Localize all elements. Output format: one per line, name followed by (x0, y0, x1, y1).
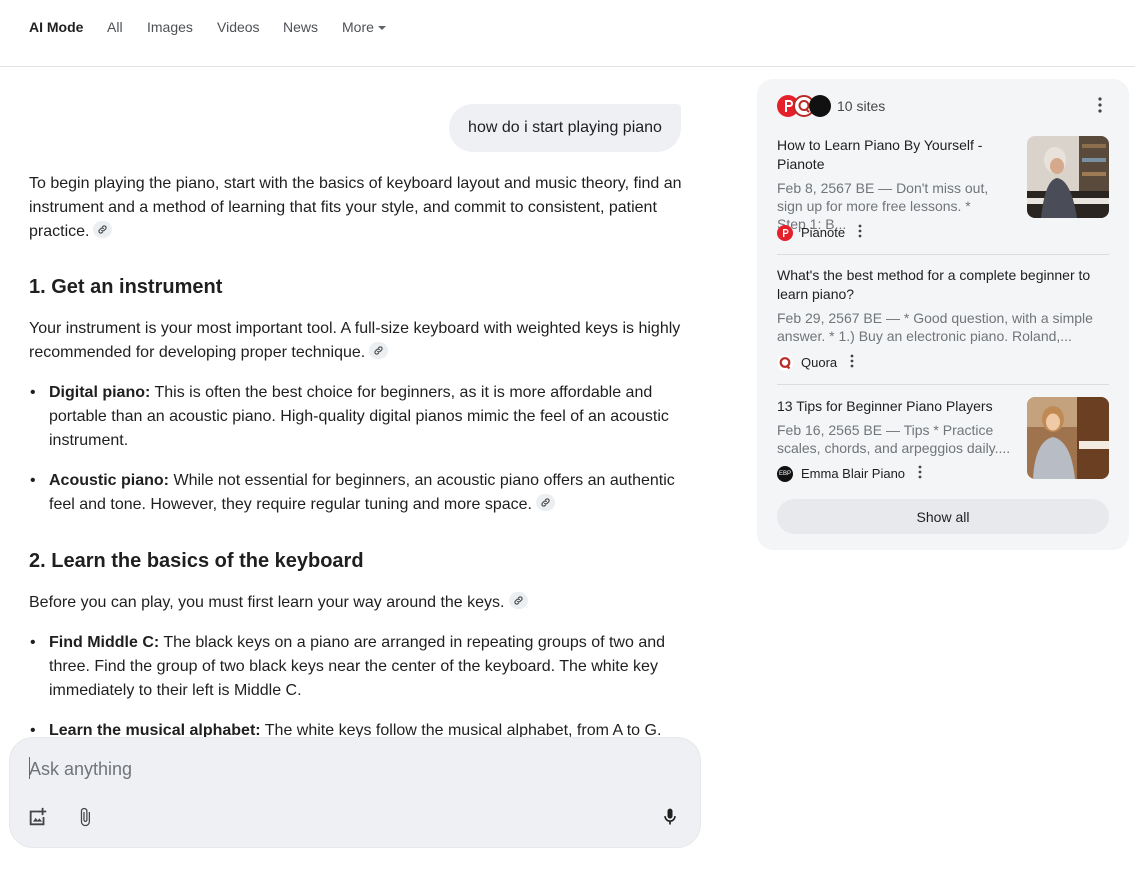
bullet-list: Find Middle C: The black keys on a piano… (29, 631, 689, 737)
bullet-term: Find Middle C: (49, 634, 160, 651)
list-item: Find Middle C: The black keys on a piano… (29, 631, 689, 703)
divider (777, 384, 1109, 385)
tab-ai-mode[interactable]: AI Mode (29, 19, 83, 35)
source-attribution: Quora (777, 354, 855, 371)
source-thumbnail[interactable] (1027, 136, 1109, 218)
source-card-snippet: Feb 16, 2565 BE — Tips * Practice scales… (777, 422, 1011, 456)
link-icon[interactable] (369, 342, 389, 360)
emma-blair-logo-icon: EBP (777, 465, 793, 482)
section-heading: 1. Get an instrument (29, 276, 223, 298)
list-item: Digital piano: This is often the best ch… (29, 381, 689, 453)
tab-more[interactable]: More (342, 19, 386, 35)
tab-images[interactable]: Images (147, 19, 193, 35)
source-thumbnail[interactable] (1027, 397, 1109, 479)
source-name: Pianote (801, 225, 846, 240)
link-icon[interactable] (93, 221, 113, 239)
source-attribution: Pianote (777, 224, 863, 241)
show-all-button[interactable]: Show all (777, 499, 1109, 534)
bullet-text: The white keys follow the musical alphab… (260, 722, 662, 737)
emma-blair-logo-icon (809, 95, 831, 117)
divider (777, 254, 1109, 255)
sources-count: 10 sites (837, 98, 886, 114)
source-name: Quora (801, 355, 838, 370)
ask-box (9, 737, 701, 848)
sources-panel: 10 sites How to Learn Piano By Yourself … (757, 79, 1129, 550)
source-card[interactable]: What's the best method for a complete be… (777, 266, 1109, 376)
list-item: Acoustic piano: While not essential for … (29, 469, 689, 517)
source-card[interactable]: 13 Tips for Beginner Piano Players Feb 1… (777, 397, 1109, 487)
tab-all[interactable]: All (107, 19, 123, 35)
section-text-body: Your instrument is your most important t… (29, 320, 681, 361)
bullet-list: Digital piano: This is often the best ch… (29, 381, 689, 517)
source-card-title[interactable]: What's the best method for a complete be… (777, 266, 1109, 304)
source-card-snippet: Feb 29, 2567 BE — * Good question, with … (777, 310, 1093, 344)
source-card-title[interactable]: 13 Tips for Beginner Piano Players (777, 397, 1017, 416)
list-item: Learn the musical alphabet: The white ke… (29, 719, 689, 737)
link-icon[interactable] (508, 592, 528, 610)
add-image-icon[interactable] (27, 806, 49, 833)
more-options-icon[interactable] (849, 354, 855, 371)
text-cursor (29, 757, 30, 779)
answer-intro: To begin playing the piano, start with t… (29, 172, 689, 244)
ask-input[interactable] (29, 754, 629, 784)
source-name: Emma Blair Piano (801, 466, 906, 481)
user-query-bubble: how do i start playing piano (449, 104, 681, 152)
bullet-term: Learn the musical alphabet: (49, 722, 261, 737)
more-options-icon[interactable] (1092, 96, 1108, 119)
site-logos (777, 95, 833, 117)
ai-answer: To begin playing the piano, start with t… (29, 172, 689, 737)
source-card-title[interactable]: How to Learn Piano By Yourself - Pianote (777, 136, 1002, 174)
top-nav: AI Mode All Images Videos News More (0, 0, 1135, 67)
tab-news[interactable]: News (283, 19, 318, 35)
chevron-down-icon (377, 26, 386, 31)
section-heading: 2. Learn the basics of the keyboard (29, 550, 364, 572)
quora-logo-icon (777, 354, 793, 371)
more-options-icon[interactable] (857, 224, 863, 241)
source-card[interactable]: How to Learn Piano By Yourself - Pianote… (777, 136, 1109, 246)
pianote-logo-icon (777, 224, 793, 241)
bullet-term: Digital piano: (49, 384, 151, 401)
tab-videos[interactable]: Videos (217, 19, 260, 35)
microphone-icon[interactable] (660, 806, 680, 833)
answer-intro-text: To begin playing the piano, start with t… (29, 175, 682, 240)
attachment-icon[interactable] (75, 806, 95, 833)
bullet-term: Acoustic piano: (49, 472, 170, 489)
section-text: Before you can play, you must first lear… (29, 591, 528, 615)
section-text-body: Before you can play, you must first lear… (29, 594, 505, 611)
tab-more-label: More (342, 19, 374, 35)
section-text: Your instrument is your most important t… (29, 317, 689, 365)
link-icon[interactable] (535, 494, 555, 512)
more-options-icon[interactable] (917, 465, 923, 482)
source-attribution: EBP Emma Blair Piano (777, 465, 923, 482)
